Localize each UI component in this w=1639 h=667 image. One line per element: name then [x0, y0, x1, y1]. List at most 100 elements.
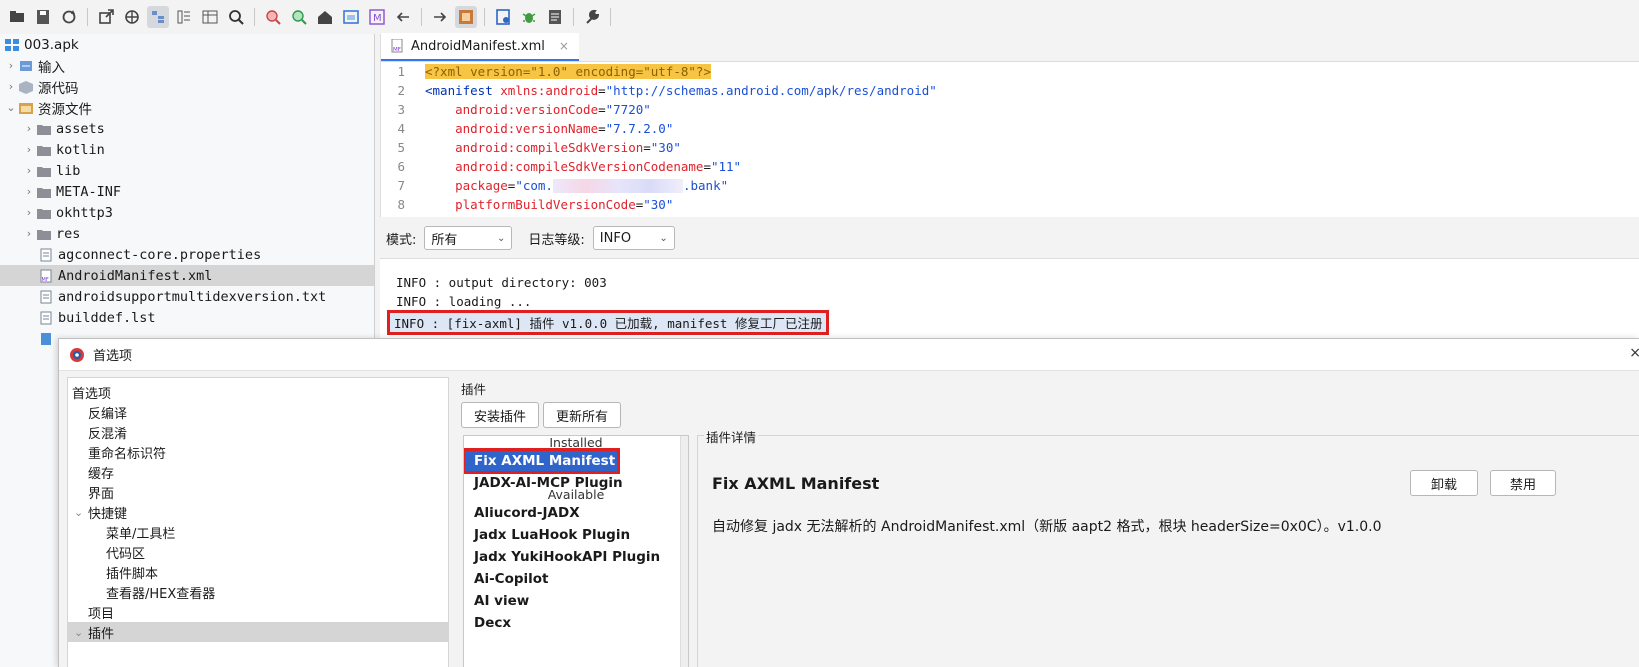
decompile-button[interactable] — [455, 6, 477, 28]
pref-nav-label: 首选项 — [72, 386, 112, 402]
open-button[interactable] — [6, 6, 28, 28]
sync-button[interactable] — [121, 6, 143, 28]
chevron-right-icon[interactable]: › — [22, 122, 36, 135]
forward-button[interactable] — [429, 6, 451, 28]
tab-label: AndroidManifest.xml — [411, 38, 545, 54]
chevron-down-icon[interactable]: ⌄ — [74, 626, 88, 639]
pref-nav-item[interactable]: 查看器/HEX查看器 — [68, 582, 448, 602]
plugin-item[interactable]: Jadx LuaHook Plugin — [464, 524, 688, 546]
chevron-right-icon[interactable]: › — [22, 164, 36, 177]
table-icon — [202, 10, 218, 24]
save-button[interactable] — [32, 6, 54, 28]
pref-nav-item[interactable]: 项目 — [68, 602, 448, 622]
plugin-item-fix-axml-manifest[interactable]: Fix AXML Manifest — [464, 448, 620, 474]
plugin-item[interactable]: AI view — [464, 590, 688, 612]
tree-item[interactable]: ⌄ 资源文件 — [0, 97, 374, 118]
mode-label: 模式: — [386, 232, 417, 248]
plugin-list-scrollbar[interactable] — [680, 436, 688, 667]
code-line: 3 android:versionCode = "7720" — [381, 100, 1639, 119]
tree-item[interactable]: MF AndroidManifest.xml — [0, 265, 374, 286]
resources-icon — [19, 102, 33, 114]
chevron-right-icon[interactable]: › — [4, 80, 18, 93]
tree-item[interactable]: › res — [0, 223, 374, 244]
m-button[interactable]: M — [366, 6, 388, 28]
pref-nav-item[interactable]: ⌄ 插件 — [68, 622, 448, 642]
plugin-item[interactable]: Aliucord-JADX — [464, 502, 688, 524]
chevron-right-icon[interactable]: › — [22, 143, 36, 156]
code-token: "30" — [643, 197, 674, 212]
find-button[interactable] — [288, 6, 310, 28]
settings-wrench-button[interactable] — [581, 6, 603, 28]
file-icon — [40, 290, 52, 303]
home-button[interactable] — [314, 6, 336, 28]
plugin-list[interactable]: Installed Fix AXML Manifest JADX-AI-MCP … — [463, 435, 689, 667]
code-token: "com. — [515, 178, 553, 193]
pref-nav-item[interactable]: ⌄ 快捷键 — [68, 502, 448, 522]
chevron-right-icon[interactable]: › — [22, 185, 36, 198]
chevron-down-icon[interactable]: ⌄ — [74, 506, 88, 519]
chevron-down-icon[interactable]: ⌄ — [4, 101, 18, 114]
folder-icon — [37, 208, 51, 219]
tree-item-label: 资源文件 — [38, 101, 92, 118]
flatten-button[interactable] — [173, 6, 195, 28]
tree-item-label: AndroidManifest.xml — [58, 267, 213, 284]
code-token: android:versionCode — [425, 102, 599, 117]
tree-button[interactable] — [147, 6, 169, 28]
tree-item[interactable]: › 输入 — [0, 55, 374, 76]
chevron-right-icon[interactable]: › — [22, 206, 36, 219]
tab-android-manifest[interactable]: MF AndroidManifest.xml × — [381, 33, 579, 61]
refresh-icon — [62, 10, 76, 24]
chevron-right-icon[interactable]: › — [4, 59, 18, 72]
pref-nav-label: 菜单/工具栏 — [106, 526, 176, 542]
close-tab-icon[interactable]: × — [559, 39, 569, 53]
tree-item[interactable]: agconnect-core.properties — [0, 244, 374, 265]
debug-button[interactable] — [518, 6, 540, 28]
plugin-item[interactable]: Ai-Copilot — [464, 568, 688, 590]
refresh-button[interactable] — [58, 6, 80, 28]
settings-wrench-icon — [586, 9, 600, 24]
export-button[interactable] — [95, 6, 117, 28]
log-button[interactable] — [544, 6, 566, 28]
pref-nav-item[interactable]: 界面 — [68, 482, 448, 502]
close-dialog-icon[interactable]: × — [1629, 345, 1639, 361]
code-area[interactable]: 1 <?xml version="1.0" encoding="utf-8"?> 2… — [381, 62, 1639, 217]
table-button[interactable] — [199, 6, 221, 28]
tree-item[interactable]: › assets — [0, 118, 374, 139]
pref-nav-item[interactable]: 菜单/工具栏 — [68, 522, 448, 542]
pref-nav-item[interactable]: 反混淆 — [68, 422, 448, 442]
svg-text:M: M — [373, 13, 382, 24]
plugin-item[interactable]: Jadx YukiHookAPI Plugin — [464, 546, 688, 568]
mode-select[interactable]: 所有 ⌄ — [424, 226, 513, 250]
uninstall-button[interactable]: 卸载 — [1410, 470, 1478, 496]
chevron-right-icon[interactable]: › — [22, 227, 36, 240]
tree-item[interactable]: androidsupportmultidexversion.txt — [0, 286, 374, 307]
back-button[interactable] — [392, 6, 414, 28]
pref-nav-item[interactable]: 插件脚本 — [68, 562, 448, 582]
pref-nav-item[interactable]: 代码区 — [68, 542, 448, 562]
bookmark-button[interactable] — [492, 6, 514, 28]
window-button[interactable] — [340, 6, 362, 28]
pref-nav-item[interactable]: 重命名标识符 — [68, 442, 448, 462]
log-level-select[interactable]: INFO ⌄ — [592, 226, 675, 250]
log-output[interactable]: INFO : output directory: 003 INFO : load… — [380, 258, 1639, 340]
disable-button[interactable]: 禁用 — [1490, 470, 1556, 496]
plugin-item[interactable]: Decx — [464, 612, 688, 634]
package-icon — [19, 80, 33, 94]
tree-item[interactable]: › okhttp3 — [0, 202, 374, 223]
pref-nav-item[interactable]: 缓存 — [68, 462, 448, 482]
install-plugin-button[interactable]: 安装插件 — [461, 402, 540, 428]
tree-item[interactable]: › lib — [0, 160, 374, 181]
tree-item[interactable]: builddef.lst — [0, 307, 374, 328]
pref-nav-item[interactable]: 首选项 — [68, 382, 448, 402]
tree-item[interactable]: › 源代码 — [0, 76, 374, 97]
update-all-button[interactable]: 更新所有 — [543, 402, 622, 428]
toolbar-separator — [610, 8, 611, 26]
pref-nav-label: 缓存 — [88, 466, 115, 482]
pref-nav-item[interactable]: 反编译 — [68, 402, 448, 422]
search-button[interactable] — [225, 6, 247, 28]
tree-root[interactable]: 003.apk — [0, 34, 374, 55]
tree-item[interactable]: › kotlin — [0, 139, 374, 160]
find-usage-icon — [266, 10, 281, 25]
find-usage-button[interactable] — [262, 6, 284, 28]
tree-item[interactable]: › META-INF — [0, 181, 374, 202]
